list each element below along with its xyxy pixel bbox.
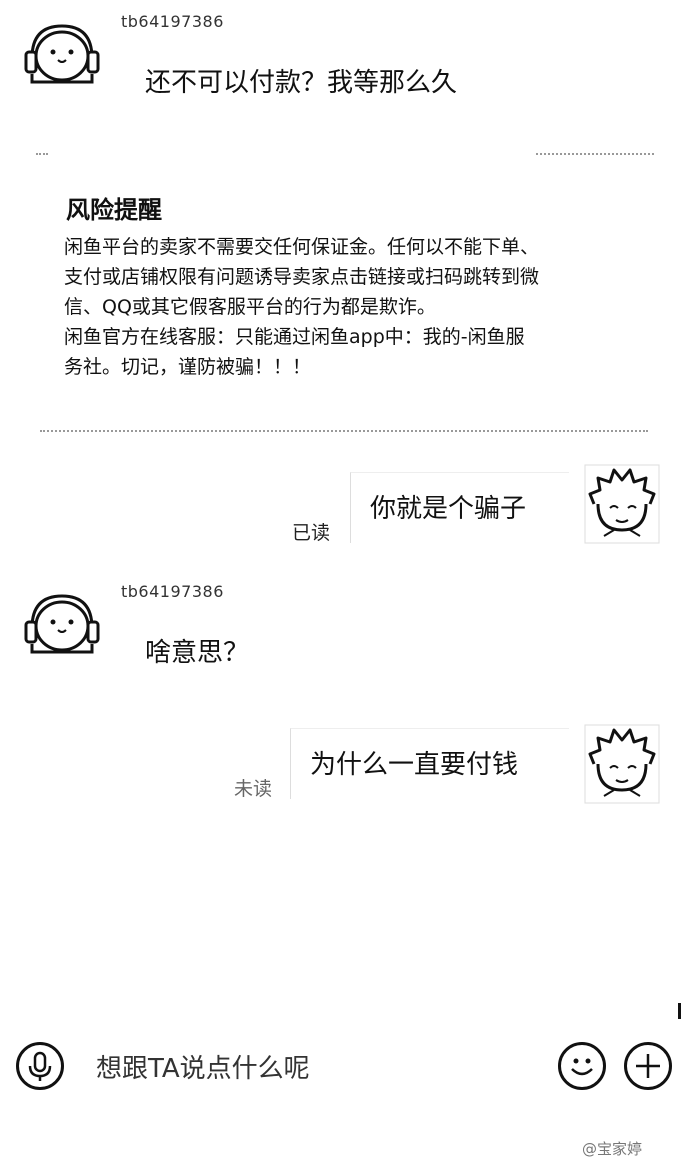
spiky-hair-cartoon-avatar-icon (584, 724, 660, 804)
microphone-icon (28, 1051, 52, 1081)
smiley-icon (571, 1058, 593, 1076)
unread-status: 未读 (234, 778, 273, 800)
plus-icon (636, 1054, 660, 1078)
message-text[interactable]: 啥意思？ (145, 632, 249, 669)
seller-avatar[interactable] (22, 584, 102, 664)
notice-line: 务社。切记，谨防被骗！！！ (64, 356, 312, 378)
notice-divider-bottom (40, 430, 648, 432)
message-input[interactable]: 想跟TA说点什么呢 (96, 1048, 310, 1085)
notice-divider-top-right (536, 153, 654, 155)
notice-line: 支付或店铺权限有问题诱导卖家点击链接或扫码跳转到微 (64, 266, 540, 288)
emoji-button[interactable] (558, 1042, 606, 1090)
seal-headphones-avatar-icon (24, 594, 100, 654)
risk-notice-title: 风险提醒 (66, 196, 162, 224)
buyer-avatar[interactable] (584, 464, 660, 544)
voice-button[interactable] (16, 1042, 64, 1090)
seller-username: tb64197386 (121, 12, 224, 31)
spiky-hair-cartoon-avatar-icon (584, 464, 660, 544)
weibo-watermark: @宝家婷 (582, 1140, 643, 1158)
risk-notice-body: 闲鱼平台的卖家不需要交任何保证金。任何以不能下单、 支付或店铺权限有问题诱导卖家… (64, 232, 644, 382)
notice-line: 闲鱼官方在线客服：只能通过闲鱼app中：我的-闲鱼服 (64, 326, 525, 348)
seller-username: tb64197386 (121, 582, 224, 601)
message-text[interactable]: 你就是个骗子 (370, 488, 526, 525)
more-button[interactable] (624, 1042, 672, 1090)
notice-divider-top-left (36, 153, 48, 155)
notice-line: 信、QQ或其它假客服平台的行为都是欺诈。 (64, 296, 436, 318)
scroll-indicator[interactable] (678, 1003, 681, 1019)
seller-avatar[interactable] (22, 14, 102, 94)
notice-line: 闲鱼平台的卖家不需要交任何保证金。任何以不能下单、 (64, 236, 540, 258)
message-text[interactable]: 还不可以付款？我等那么久 (145, 62, 457, 99)
seal-headphones-avatar-icon (24, 24, 100, 84)
message-text[interactable]: 为什么一直要付钱 (310, 744, 518, 781)
buyer-avatar[interactable] (584, 724, 660, 804)
read-status: 已读 (292, 522, 331, 544)
